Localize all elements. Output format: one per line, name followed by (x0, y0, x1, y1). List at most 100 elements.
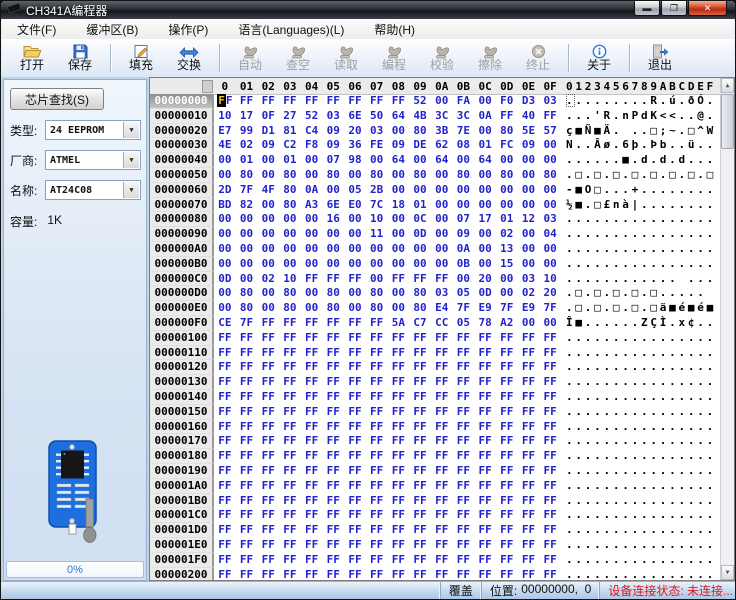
hex-body[interactable]: 00000000FFFFFFFFFFFFFFFFFF5200FA00F0D303… (150, 94, 721, 580)
hex-byte[interactable]: FF (344, 568, 366, 581)
hex-byte[interactable]: FF (301, 405, 323, 420)
hex-byte[interactable]: FF (496, 553, 518, 568)
hex-byte[interactable]: FF (236, 331, 258, 346)
close-button[interactable]: ✕ (688, 1, 727, 16)
hex-byte[interactable]: FF (496, 109, 518, 124)
hex-byte[interactable]: FF (496, 494, 518, 509)
hex-byte[interactable]: FF (279, 434, 301, 449)
maximize-button[interactable]: ❐ (661, 1, 687, 16)
menu-item[interactable]: 文件(F) (2, 19, 71, 39)
hex-byte[interactable]: 02 (236, 138, 258, 153)
hex-byte[interactable]: FF (344, 464, 366, 479)
hex-byte[interactable]: 80 (279, 198, 301, 213)
hex-byte[interactable]: FF (279, 568, 301, 581)
hex-byte[interactable]: FF (366, 346, 388, 361)
hex-byte[interactable]: FF (431, 272, 453, 287)
hex-byte[interactable]: FF (279, 464, 301, 479)
hex-byte[interactable]: 80 (496, 124, 518, 139)
hex-byte[interactable]: 01 (474, 138, 496, 153)
hex-ascii[interactable]: ................ (566, 257, 716, 272)
hex-byte[interactable]: FF (496, 508, 518, 523)
hex-byte[interactable]: FF (409, 449, 431, 464)
hex-byte[interactable]: 80 (322, 301, 344, 316)
hex-byte[interactable]: FF (257, 479, 279, 494)
hex-byte[interactable]: FF (518, 568, 540, 581)
hex-byte[interactable]: FF (409, 479, 431, 494)
hex-byte[interactable]: 00 (388, 257, 410, 272)
hex-byte[interactable]: 00 (474, 168, 496, 183)
hex-byte[interactable]: 16 (322, 212, 344, 227)
hex-byte[interactable]: 00 (431, 257, 453, 272)
hex-byte[interactable]: 00 (474, 227, 496, 242)
hex-byte[interactable]: FF (366, 316, 388, 331)
hex-byte[interactable]: 4F (257, 183, 279, 198)
hex-byte[interactable]: 80 (409, 124, 431, 139)
hex-byte[interactable]: FF (431, 390, 453, 405)
hex-byte[interactable]: F0 (496, 94, 518, 109)
hex-ascii[interactable]: .□.□.□.□.□.□.□.□ (566, 168, 716, 183)
hex-byte[interactable]: 80 (279, 168, 301, 183)
hex-byte[interactable]: FF (366, 420, 388, 435)
hex-byte[interactable]: FF (496, 464, 518, 479)
hex-byte[interactable]: FF (236, 420, 258, 435)
hex-byte[interactable]: 00 (257, 286, 279, 301)
hex-byte[interactable]: FF (279, 346, 301, 361)
menu-item[interactable]: 语言(Languages)(L) (223, 19, 359, 39)
hex-byte[interactable]: FF (474, 479, 496, 494)
hex-byte[interactable]: 80 (236, 286, 258, 301)
hex-ascii[interactable]: ................ (566, 360, 716, 375)
hex-byte[interactable]: 05 (453, 286, 475, 301)
hex-byte[interactable]: 00 (496, 286, 518, 301)
hex-byte[interactable]: FF (214, 508, 236, 523)
hex-byte[interactable]: 0D (474, 286, 496, 301)
hex-byte[interactable]: 00 (344, 168, 366, 183)
hex-byte[interactable]: E0 (344, 198, 366, 213)
hex-byte[interactable]: 05 (344, 183, 366, 198)
hex-byte[interactable]: FF (236, 449, 258, 464)
hex-byte[interactable]: FF (366, 375, 388, 390)
hex-byte[interactable]: 5A (388, 316, 410, 331)
hex-byte[interactable]: FF (453, 464, 475, 479)
hex-byte[interactable]: 17 (474, 212, 496, 227)
hex-byte[interactable]: 2B (366, 183, 388, 198)
hex-byte[interactable]: E9 (474, 301, 496, 316)
hex-byte[interactable]: 18 (388, 198, 410, 213)
hex-byte[interactable]: 64 (388, 109, 410, 124)
hex-byte[interactable]: 00 (388, 227, 410, 242)
hex-byte[interactable]: FF (518, 479, 540, 494)
hex-byte[interactable]: 00 (279, 212, 301, 227)
hex-ascii[interactable]: ................ (566, 538, 716, 553)
hex-byte[interactable]: FF (409, 553, 431, 568)
hex-byte[interactable]: 7F (496, 301, 518, 316)
hex-byte[interactable]: FF (453, 434, 475, 449)
hex-byte[interactable]: FF (279, 553, 301, 568)
hex-byte[interactable]: FF (214, 390, 236, 405)
hex-byte[interactable]: FF (518, 464, 540, 479)
hex-byte[interactable]: FF (409, 420, 431, 435)
hex-byte[interactable]: FF (257, 331, 279, 346)
hex-byte[interactable]: FF (301, 346, 323, 361)
hex-byte[interactable]: C2 (279, 138, 301, 153)
hex-byte[interactable]: FF (214, 553, 236, 568)
hex-byte[interactable]: E4 (431, 301, 453, 316)
hex-byte[interactable]: 00 (518, 168, 540, 183)
hex-byte[interactable]: FF (301, 375, 323, 390)
hex-byte[interactable]: FF (539, 405, 561, 420)
hex-byte[interactable]: CC (431, 316, 453, 331)
hex-byte[interactable]: 00 (214, 242, 236, 257)
hex-byte[interactable]: FF (257, 375, 279, 390)
hex-byte[interactable]: FF (453, 523, 475, 538)
hex-byte[interactable]: FF (539, 479, 561, 494)
hex-byte[interactable]: FF (257, 390, 279, 405)
hex-byte[interactable]: FF (214, 464, 236, 479)
hex-byte[interactable]: 00 (474, 257, 496, 272)
hex-ascii[interactable]: Î■......ZÇÌ.x¢.. (566, 316, 716, 331)
hex-byte[interactable]: A2 (496, 316, 518, 331)
hex-byte[interactable]: FF (322, 346, 344, 361)
hex-byte[interactable]: 00 (344, 286, 366, 301)
scrollbar-thumb[interactable] (721, 94, 734, 149)
hex-byte[interactable]: 80 (279, 183, 301, 198)
hex-byte[interactable]: 00 (344, 242, 366, 257)
hex-byte[interactable]: FF (257, 508, 279, 523)
menu-item[interactable]: 缓冲区(B) (71, 19, 153, 39)
